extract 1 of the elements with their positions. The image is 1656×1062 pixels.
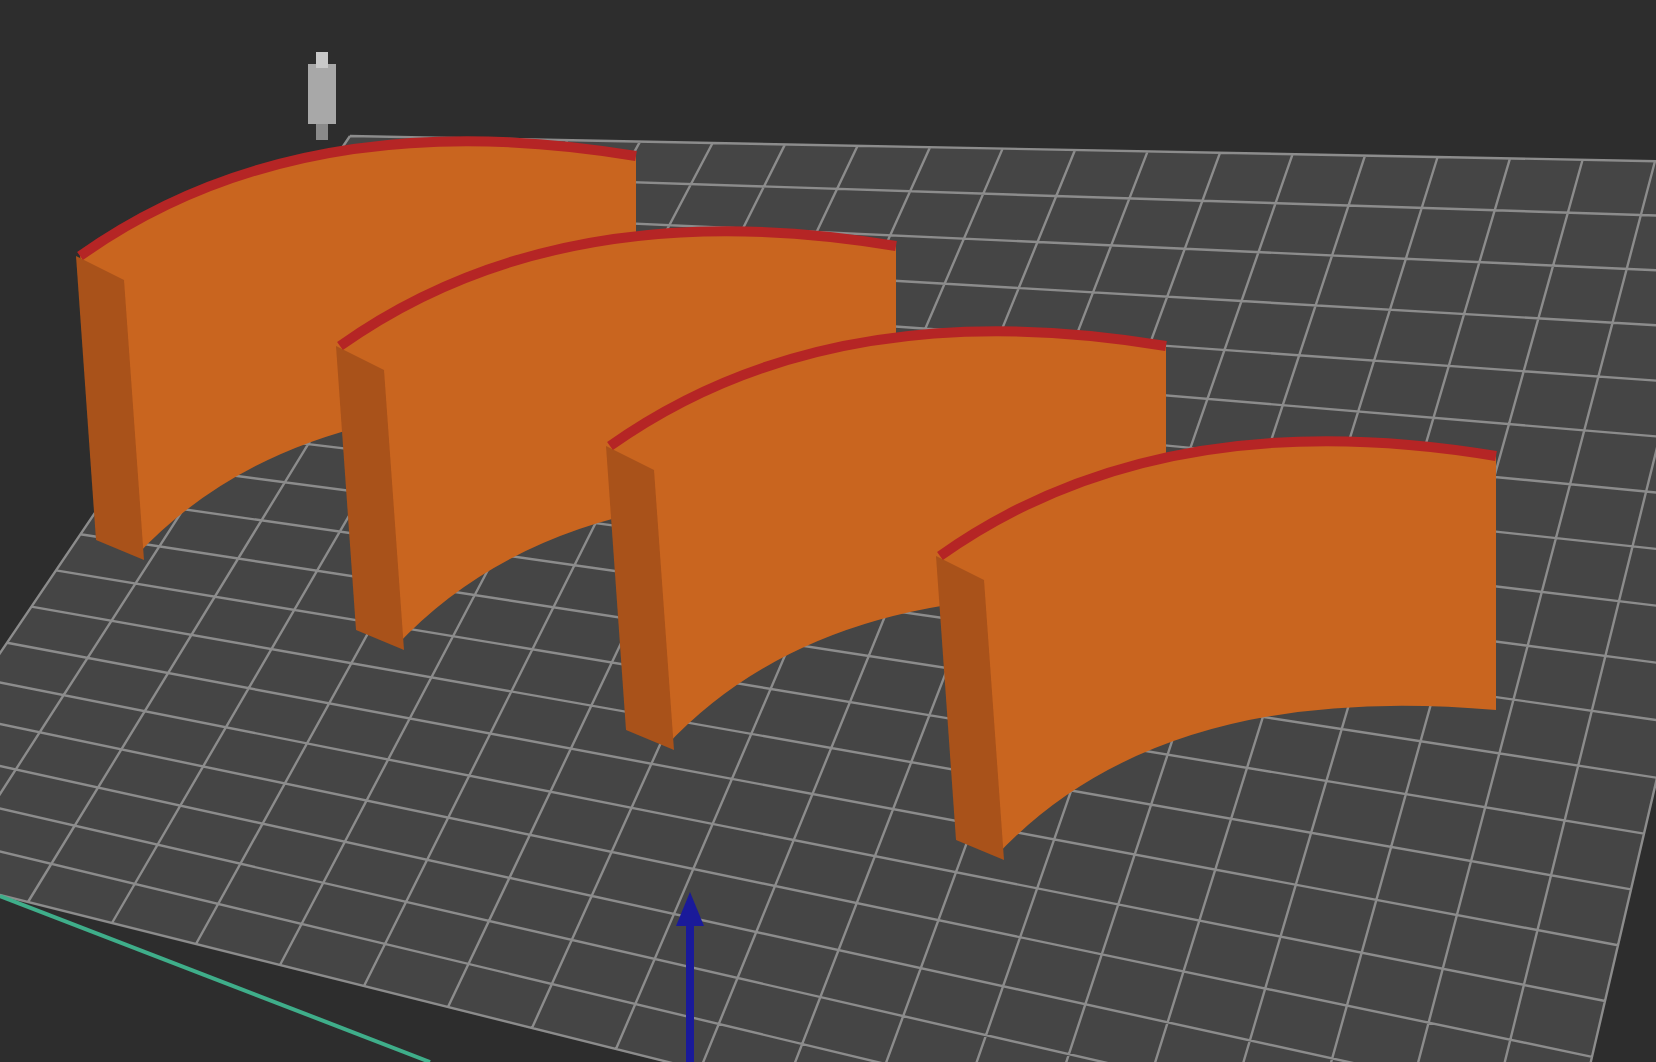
nozzle-icon bbox=[308, 52, 336, 140]
